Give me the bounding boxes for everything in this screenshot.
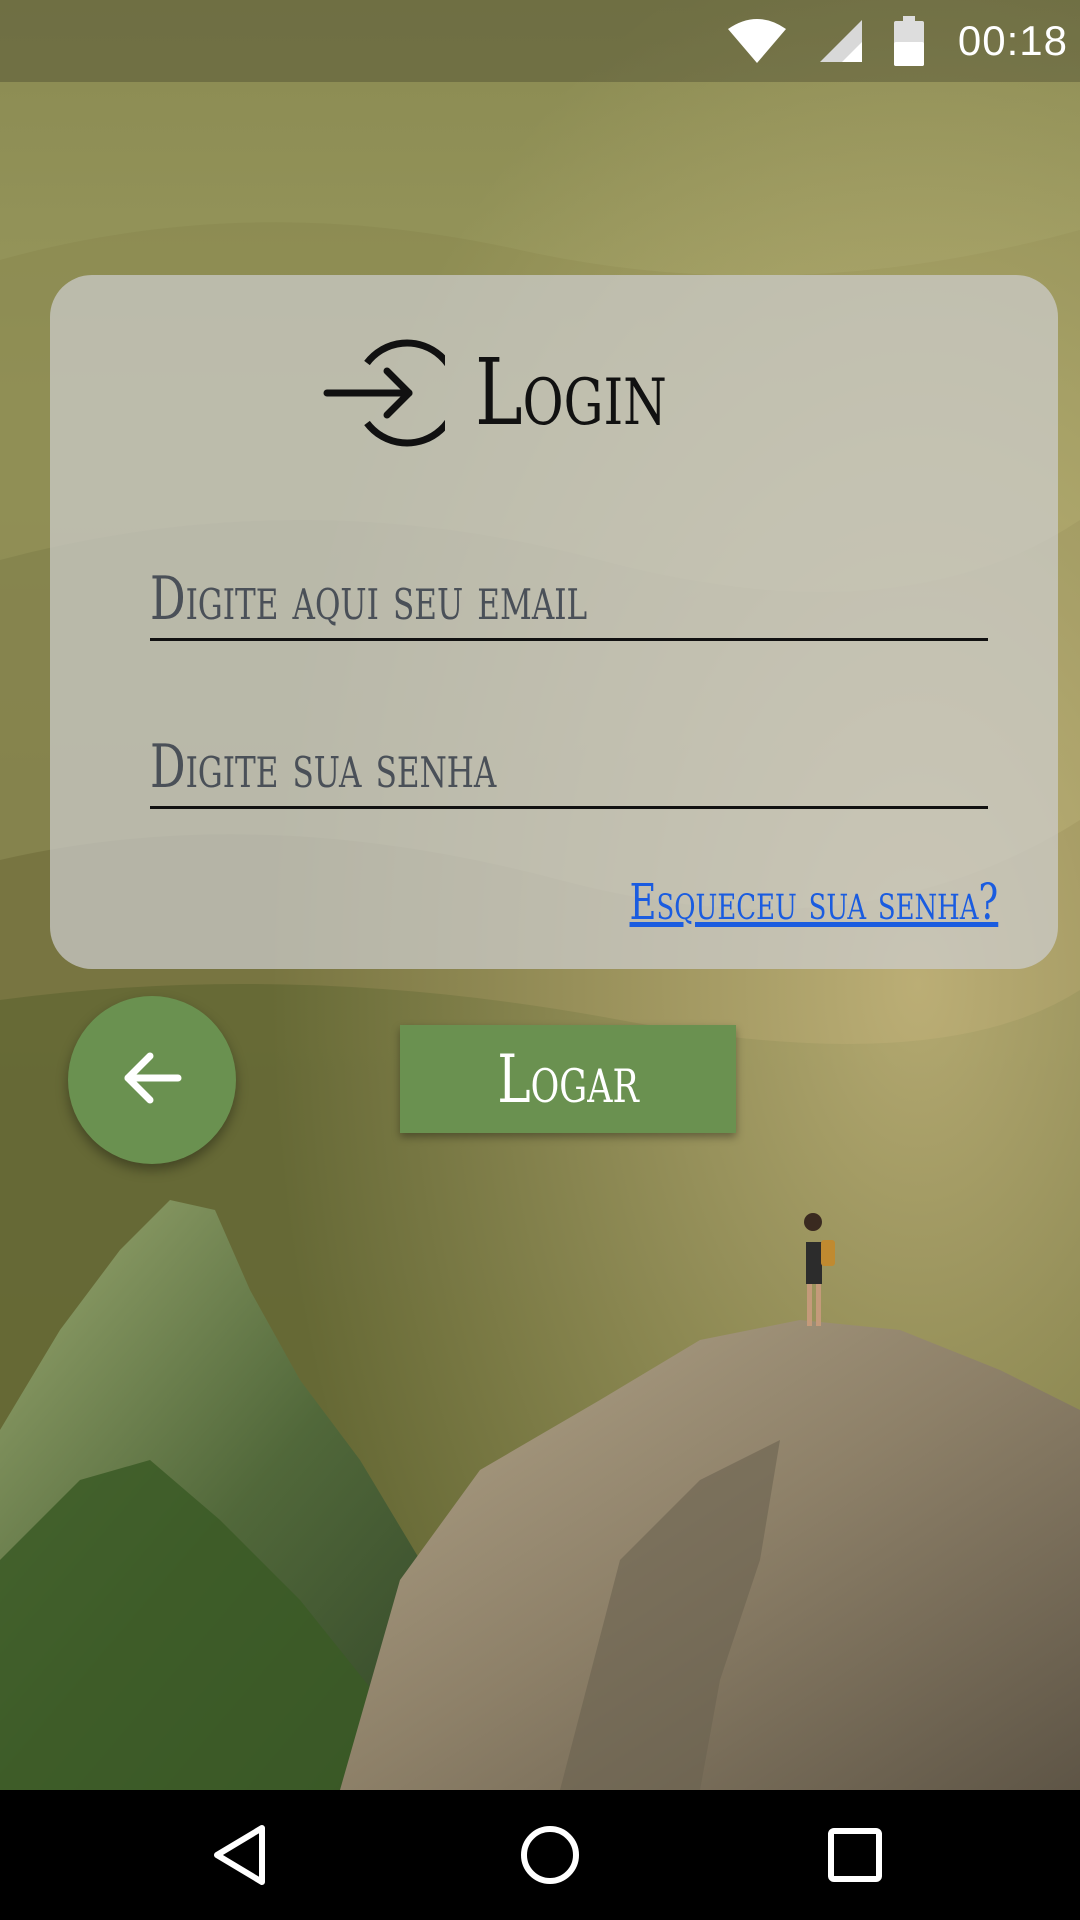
back-button[interactable] — [68, 996, 236, 1164]
status-clock: 00:18 — [957, 17, 1068, 64]
status-bar: 00:18 — [0, 0, 1080, 82]
signal-icon — [818, 18, 864, 64]
forgot-password-link[interactable]: Esqueceu sua senha? — [629, 873, 998, 931]
logar-button[interactable]: Logar — [400, 1025, 736, 1133]
wifi-icon — [726, 17, 788, 65]
recents-square-icon[interactable] — [820, 1820, 890, 1890]
home-circle-icon[interactable] — [515, 1820, 585, 1890]
login-title-row: Login — [50, 335, 1058, 451]
password-input[interactable] — [150, 732, 771, 802]
back-triangle-icon[interactable] — [205, 1820, 275, 1890]
system-nav-bar — [0, 1790, 1080, 1920]
arrow-left-icon — [122, 1051, 182, 1109]
login-screen: 00:18 Login Esqueceu sua senha? — [0, 0, 1080, 1920]
email-input[interactable] — [150, 564, 771, 634]
email-field — [150, 553, 988, 641]
page-title: Login — [475, 339, 667, 446]
login-icon — [321, 335, 461, 451]
login-card: Login Esqueceu sua senha? — [50, 275, 1058, 969]
battery-icon — [893, 16, 924, 66]
password-field — [150, 721, 988, 809]
logar-button-label: Logar — [497, 1040, 639, 1118]
